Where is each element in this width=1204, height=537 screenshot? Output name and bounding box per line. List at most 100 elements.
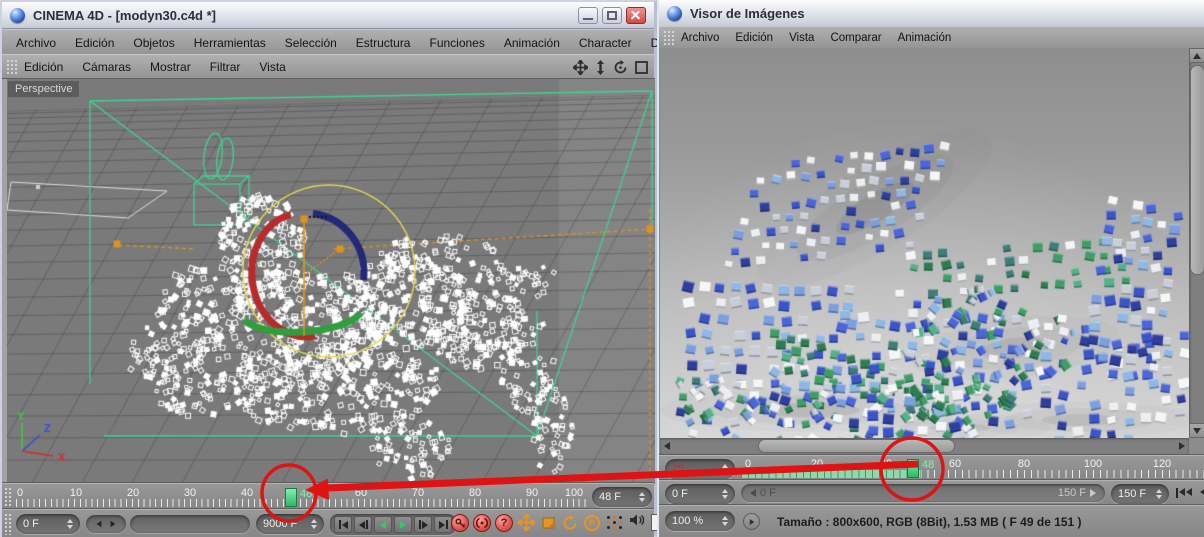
minimize-button[interactable] [578,7,598,24]
viewer-menu-comparar[interactable]: Comparar [830,32,881,44]
scroll-right-button[interactable] [1179,442,1185,450]
ruler-ticks [16,499,588,507]
viewport-menubar: Edición Cámaras Mostrar Filtrar Vista [2,54,654,80]
autokey-button[interactable] [473,514,491,532]
menu-funciones[interactable]: Funciones [429,36,484,50]
viewer-menu-edicion[interactable]: Edición [735,32,773,44]
range-right[interactable]: 150 F [1058,487,1096,499]
toolbar-grip[interactable] [6,59,17,76]
spinner-arrows-icon[interactable] [1150,489,1162,499]
goto-start-button[interactable] [334,516,352,533]
rotate-tool-icon[interactable] [562,515,578,531]
zoom-spinner[interactable]: 100 % [665,511,735,531]
vpmenu-camaras[interactable]: Cámaras [82,60,131,74]
toggle-view-icon[interactable] [635,61,648,74]
tick-label: 100 [1084,458,1102,470]
prev-key-button[interactable] [354,516,372,533]
vertical-scroll-thumb[interactable] [1190,65,1204,275]
menu-seleccion[interactable]: Selección [285,36,337,50]
menu-herramientas[interactable]: Herramientas [194,36,266,50]
viewport-perspective[interactable]: Perspective [2,78,655,484]
rotate-view-icon[interactable] [613,60,628,75]
spinner-arrows-icon[interactable] [716,489,728,499]
scroll-left-button[interactable] [664,442,670,450]
timeline-ruler[interactable]: 0 10 20 30 40 60 70 80 90 100 48 [16,487,588,508]
step-forward-icon[interactable] [111,521,116,527]
menu-archivo[interactable]: Archivo [16,36,56,50]
range-left[interactable]: 0 F [750,487,776,499]
menu-animacion[interactable]: Animación [504,36,560,50]
goto-end-button[interactable] [434,516,452,533]
next-key-button[interactable] [414,516,432,533]
range-slider[interactable]: 0 F 150 F [741,484,1105,502]
menu-estructura[interactable]: Estructura [356,36,411,50]
viewer-menu-animacion[interactable]: Animación [898,32,952,44]
current-frame-marker[interactable] [285,488,297,507]
menu-edicion[interactable]: Edición [75,36,114,50]
viewport-canvas[interactable] [7,79,655,483]
cinema4d-titlebar[interactable]: CINEMA 4D - [modyn30.c4d *] [2,2,654,29]
sound-icon[interactable] [629,513,645,532]
scale-tool-icon[interactable] [541,515,556,530]
spinner-arrows-icon[interactable] [61,519,73,529]
spinner-arrows-icon[interactable] [633,492,645,502]
viewer-menu-vista[interactable]: Vista [789,32,814,44]
move-tool-icon[interactable] [518,514,535,531]
viewer-frame-marker[interactable] [907,459,919,478]
play-backward-button[interactable] [374,516,392,533]
viewport-label[interactable]: Perspective [8,81,79,97]
start-frame-spinner[interactable]: 0 F [16,514,80,534]
timeline-grip[interactable] [4,487,13,507]
viewer-toolbar-grip[interactable] [663,30,674,45]
vpmenu-mostrar[interactable]: Mostrar [150,60,191,74]
tick-label: 10 [70,487,82,499]
record-key-button[interactable] [451,514,469,532]
viewer-timeline-ruler[interactable]: 0 20 40 60 80 100 120 48 [741,458,1204,479]
tick-label: 20 [811,458,823,470]
tick-label: 80 [1018,458,1030,470]
pan-view-icon[interactable] [573,60,588,75]
snap-grid-icon[interactable] [606,515,623,530]
spinner-arrows-icon[interactable] [305,519,317,529]
horizontal-scroll-thumb[interactable] [758,439,955,453]
spinner-arrows-icon[interactable] [716,464,728,474]
viewer-titlebar[interactable]: Visor de Imágenes [659,0,1204,27]
scroll-down-button[interactable] [1189,423,1204,438]
range-end-spinner[interactable]: 150 F [1111,484,1169,504]
menu-objetos[interactable]: Objetos [133,36,174,50]
timeline-row: 0 10 20 30 40 60 70 80 90 100 48 48 F [2,483,654,510]
frame-step-buttons[interactable] [86,515,126,533]
current-frame-spinner[interactable]: 48 F [592,487,652,507]
viewer-play-button[interactable] [743,513,760,530]
vpmenu-filtrar[interactable]: Filtrar [210,60,241,74]
transport-grip[interactable] [4,513,13,535]
viewport-dock-strip [2,79,7,484]
range-start-spinner[interactable]: 0 F [665,484,735,504]
play-forward-button[interactable] [394,516,412,533]
spinner-arrows-icon[interactable] [716,516,728,526]
viewer-app-icon [667,6,682,21]
end-frame-spinner[interactable]: 9000 F [256,514,324,534]
fps-spinner[interactable]: 25 [665,459,735,479]
coordinate-system-button[interactable]: P [584,515,600,531]
powerslider-bar[interactable] [130,515,250,533]
tick-label: 60 [949,458,961,470]
help-button[interactable]: ? [495,514,513,532]
menu-character[interactable]: Character [579,36,632,50]
viewer-menu-archivo[interactable]: Archivo [681,32,719,44]
vpmenu-vista[interactable]: Vista [259,60,285,74]
zoom-view-icon[interactable] [595,60,606,75]
tick-label: 0 [17,487,23,499]
viewer-prev-button[interactable] [1200,488,1204,496]
vpmenu-edicion[interactable]: Edición [24,60,63,74]
played-range-band [741,470,921,478]
rendered-image-canvas [660,48,1189,438]
step-back-icon[interactable] [97,521,102,527]
scroll-up-button[interactable] [1189,48,1204,63]
vertical-scrollbar[interactable] [1189,48,1204,438]
viewer-goto-start-button[interactable] [1176,488,1192,498]
image-info-text: Tamaño : 800x600, RGB (8Bit), 1.53 MB ( … [777,515,1082,529]
close-button[interactable] [626,7,646,24]
maximize-button[interactable] [602,7,622,24]
horizontal-scrollbar[interactable] [660,438,1189,454]
